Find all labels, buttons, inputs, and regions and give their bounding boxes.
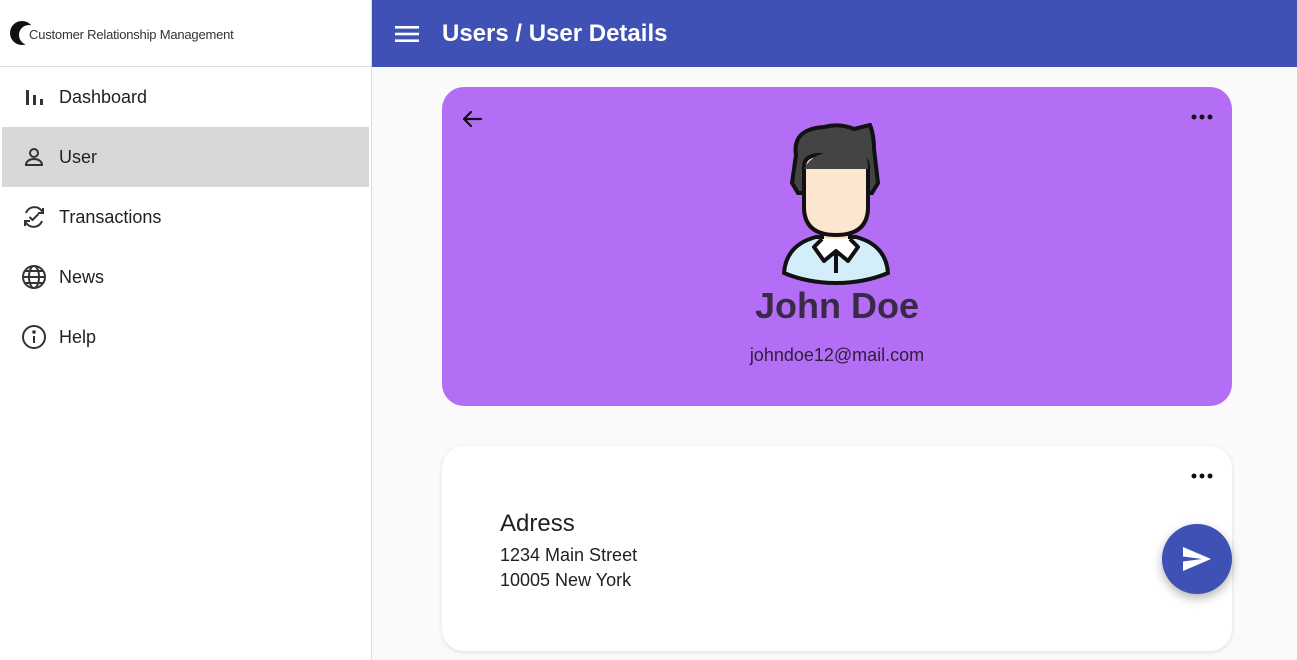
sidebar-item-user[interactable]: User [2,127,369,187]
brand: Customer Relationship Management [0,0,371,67]
more-options-icon[interactable] [1188,107,1216,127]
user-avatar [781,123,891,285]
brand-name: Customer Relationship Management [29,27,234,42]
send-icon [1183,547,1211,571]
sidebar-item-transactions[interactable]: Transactions [2,187,369,247]
send-button[interactable] [1162,524,1232,594]
sidebar-item-label: Help [59,326,97,347]
address-card: Adress 1234 Main Street 10005 New York [442,446,1232,651]
info-icon [21,324,47,350]
sidebar: Customer Relationship Management Dashboa… [0,0,372,660]
sidebar-item-label: User [59,146,98,167]
address-heading: Adress [500,510,575,537]
page-title: Users / User Details [442,19,668,47]
globe-icon [21,264,47,290]
address-city: 10005 New York [500,570,632,590]
sidebar-item-label: Dashboard [59,86,148,107]
sidebar-nav: Dashboard User Transactions News Help [0,67,371,367]
hamburger-menu-icon[interactable] [394,21,420,47]
sidebar-item-news[interactable]: News [2,247,369,307]
person-icon [21,144,47,170]
back-arrow-icon[interactable] [458,105,486,133]
sidebar-item-label: News [59,266,105,287]
more-options-icon[interactable] [1188,466,1216,486]
user-name: John Doe [754,285,919,326]
sidebar-item-help[interactable]: Help [2,307,369,367]
user-email: johndoe12@mail.com [749,345,925,365]
main-content: John Doe johndoe12@mail.com Adress 1234 … [372,67,1297,660]
sidebar-item-dashboard[interactable]: Dashboard [2,67,369,127]
sidebar-item-label: Transactions [59,206,162,227]
top-app-bar: Users / User Details [372,0,1297,67]
sync-check-icon [21,204,47,230]
address-street: 1234 Main Street [500,545,638,565]
profile-card: John Doe johndoe12@mail.com [442,87,1232,406]
bar-chart-icon [21,84,47,110]
